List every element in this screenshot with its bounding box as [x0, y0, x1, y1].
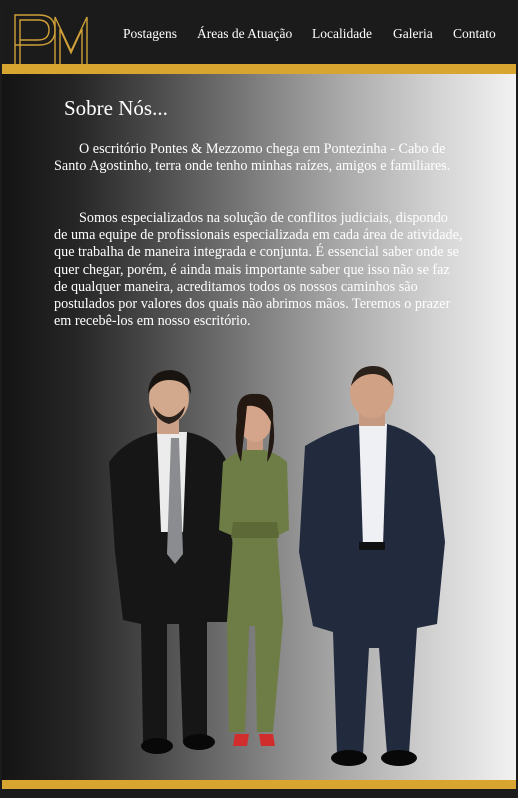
- footer-divider: [2, 780, 516, 789]
- person-right: [299, 366, 445, 766]
- nav-item-galeria[interactable]: Galeria: [393, 26, 433, 42]
- person-left: [109, 370, 233, 754]
- about-paragraph-2: Somos especializados na solução de confl…: [54, 210, 463, 330]
- nav-item-areas-de-atuacao[interactable]: Áreas de Atuação: [197, 26, 292, 42]
- site-footer: [2, 789, 516, 798]
- nav-item-postagens[interactable]: Postagens: [123, 26, 177, 42]
- pm-logo-icon[interactable]: [11, 11, 91, 69]
- main-nav: Postagens Áreas de Atuação Localidade Ga…: [120, 26, 516, 46]
- page: Postagens Áreas de Atuação Localidade Ga…: [0, 0, 518, 798]
- about-paragraph-1: O escritório Pontes & Mezzomo chega em P…: [54, 141, 451, 175]
- site-header: Postagens Áreas de Atuação Localidade Ga…: [2, 2, 516, 69]
- nav-item-contato[interactable]: Contato: [453, 26, 496, 42]
- nav-item-localidade[interactable]: Localidade: [312, 26, 372, 42]
- section-title: Sobre Nós...: [64, 96, 168, 120]
- team-photo: [109, 366, 445, 766]
- header-divider: [2, 64, 516, 74]
- about-section: Sobre Nós... O escritório Pontes & Mezzo…: [2, 74, 516, 780]
